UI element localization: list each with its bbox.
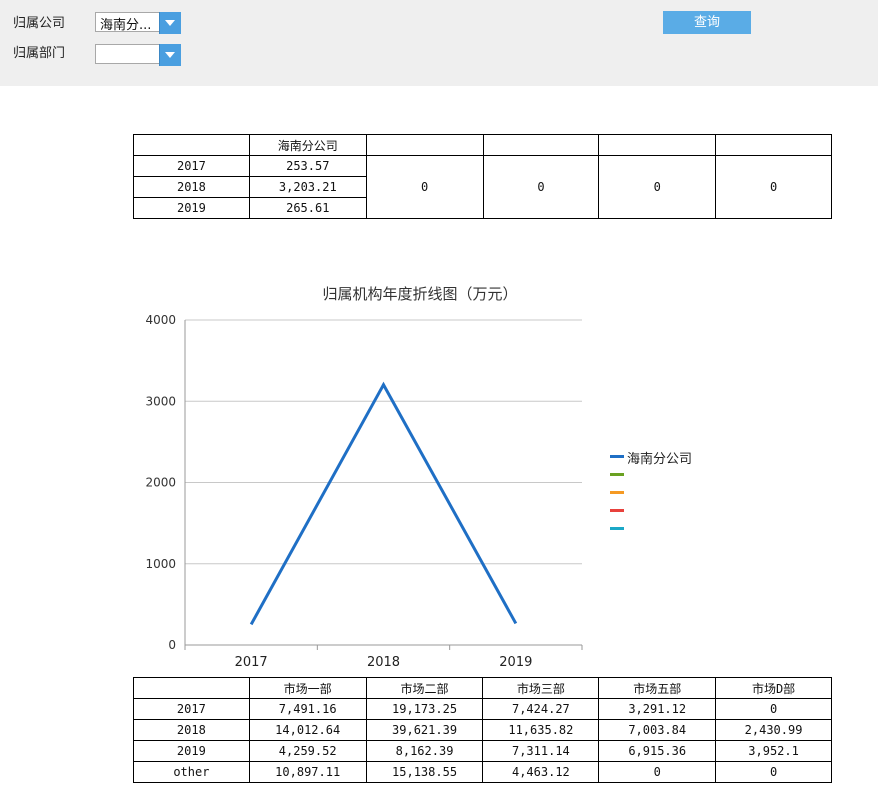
header-cell: 市场D部 <box>715 677 832 699</box>
table-cell: 0 <box>598 761 717 783</box>
table-row: 2017 7,491.16 19,173.25 7,424.27 3,291.1… <box>133 698 832 720</box>
series-line <box>249 381 518 626</box>
table-cell: 3,952.1 <box>715 740 832 762</box>
table-row: 2019 4,259.52 8,162.39 7,311.14 6,915.36… <box>133 740 832 762</box>
department-table: 市场一部 市场二部 市场三部 市场五部 市场D部 2017 7,491.16 1… <box>133 677 832 783</box>
x-tick-label: 2017 <box>235 655 268 670</box>
table-cell: 2018 <box>133 719 250 741</box>
y-tick-label: 4000 <box>145 313 176 327</box>
table-cell: 2017 <box>133 698 250 720</box>
y-tick-label: 0 <box>168 638 176 652</box>
x-tick-label: 2018 <box>367 655 400 670</box>
table-cell: 14,012.64 <box>248 719 367 741</box>
table-cell: other <box>133 761 250 783</box>
table-cell: 19,173.25 <box>365 698 484 720</box>
table-cell: 8,162.39 <box>365 740 484 762</box>
legend-swatch <box>610 491 624 494</box>
header-cell: 市场五部 <box>598 677 717 699</box>
table-cell: 2019 <box>133 740 250 762</box>
table-cell: 7,491.16 <box>248 698 367 720</box>
table-cell: 4,259.52 <box>248 740 367 762</box>
table-cell: 0 <box>715 761 832 783</box>
table-cell: 11,635.82 <box>482 719 600 741</box>
table-cell: 0 <box>715 698 832 720</box>
table-cell: 4,463.12 <box>482 761 600 783</box>
header-cell: 市场二部 <box>365 677 484 699</box>
table-cell: 10,897.11 <box>248 761 367 783</box>
table-header-row: 市场一部 市场二部 市场三部 市场五部 市场D部 <box>133 677 832 699</box>
table-cell: 7,424.27 <box>482 698 600 720</box>
header-cell: 市场一部 <box>248 677 367 699</box>
table-row: 2018 14,012.64 39,621.39 11,635.82 7,003… <box>133 719 832 741</box>
header-cell: 市场三部 <box>482 677 600 699</box>
table-cell: 15,138.55 <box>365 761 484 783</box>
table-cell: 7,311.14 <box>482 740 600 762</box>
x-tick-label: 2019 <box>499 655 532 670</box>
legend-swatch <box>610 473 624 476</box>
table-cell: 3,291.12 <box>598 698 717 720</box>
y-tick-label: 2000 <box>145 476 176 490</box>
table-cell: 6,915.36 <box>598 740 717 762</box>
y-tick-label: 1000 <box>145 557 176 571</box>
header-cell <box>133 677 250 699</box>
table-cell: 39,621.39 <box>365 719 484 741</box>
table-row: other 10,897.11 15,138.55 4,463.12 0 0 <box>133 761 832 783</box>
legend-label: 海南分公司 <box>627 452 693 467</box>
legend-swatch <box>610 509 624 512</box>
legend-swatch <box>610 527 624 530</box>
legend-swatch <box>610 455 624 458</box>
table-cell: 7,003.84 <box>598 719 717 741</box>
table-cell: 2,430.99 <box>715 719 832 741</box>
y-tick-label: 3000 <box>145 394 176 408</box>
